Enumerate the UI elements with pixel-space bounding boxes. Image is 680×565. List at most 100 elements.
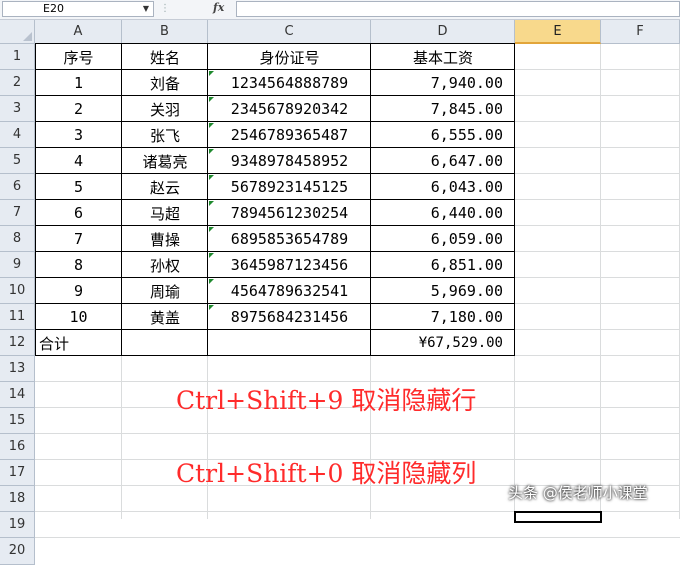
formula-bar-splitter-icon[interactable]: ⋮	[160, 3, 170, 16]
header-id-number[interactable]: 身份证号	[208, 44, 371, 70]
row-header-6[interactable]: 6	[0, 174, 35, 200]
cell-name[interactable]: 黄盖	[122, 304, 208, 330]
cell-salary[interactable]: 6,851.00	[371, 252, 515, 278]
table-border	[35, 251, 515, 252]
cell-id-number[interactable]: 2546789365487	[208, 122, 371, 148]
cell-serial[interactable]: 10	[35, 304, 122, 330]
number-stored-as-text-indicator-icon[interactable]	[209, 175, 214, 180]
cell-id-number[interactable]: 2345678920342	[208, 96, 371, 122]
active-cell-e20[interactable]	[514, 511, 602, 523]
cell-salary[interactable]: 6,555.00	[371, 122, 515, 148]
cell-salary[interactable]: 7,180.00	[371, 304, 515, 330]
name-box[interactable]: E20 ▼	[2, 1, 154, 17]
cell-id-number[interactable]: 4564789632541	[208, 278, 371, 304]
cell-id-number[interactable]: 5678923145125	[208, 174, 371, 200]
row-header-4[interactable]: 4	[0, 122, 35, 148]
cell-name[interactable]: 曹操	[122, 226, 208, 252]
row-header-13[interactable]: 13	[0, 356, 35, 382]
cell-id-number[interactable]: 3645987123456	[208, 252, 371, 278]
row-header-7[interactable]: 7	[0, 200, 35, 226]
row-header-9[interactable]: 9	[0, 252, 35, 278]
column-header-d[interactable]: D	[371, 20, 515, 44]
column-header-c[interactable]: C	[208, 20, 371, 44]
table-border	[370, 43, 371, 355]
table-border	[35, 277, 515, 278]
cell-id-number[interactable]: 1234564888789	[208, 70, 371, 96]
table-border	[121, 43, 122, 355]
cell-salary[interactable]: 7,940.00	[371, 70, 515, 96]
number-stored-as-text-indicator-icon[interactable]	[209, 305, 214, 310]
table-border	[35, 95, 515, 96]
cell-id-number[interactable]: 6895853654789	[208, 226, 371, 252]
row-header-15[interactable]: 15	[0, 408, 35, 434]
table-border	[35, 225, 515, 226]
row-header-3[interactable]: 3	[0, 96, 35, 122]
select-all-button[interactable]	[0, 20, 35, 44]
cell-id-number[interactable]: 7894561230254	[208, 200, 371, 226]
name-box-dropdown-icon[interactable]: ▼	[143, 2, 149, 16]
cell-name[interactable]: 孙权	[122, 252, 208, 278]
insert-function-icon[interactable]: fx	[213, 1, 224, 14]
cell-serial[interactable]: 5	[35, 174, 122, 200]
cell-name[interactable]: 周瑜	[122, 278, 208, 304]
cell-name[interactable]: 张飞	[122, 122, 208, 148]
header-serial[interactable]: 序号	[35, 44, 122, 70]
column-header-e[interactable]: E	[515, 20, 601, 44]
row-header-20[interactable]: 20	[0, 538, 35, 565]
cell-serial[interactable]: 8	[35, 252, 122, 278]
cell-serial[interactable]: 6	[35, 200, 122, 226]
number-stored-as-text-indicator-icon[interactable]	[209, 97, 214, 102]
row-header-17[interactable]: 17	[0, 460, 35, 486]
cell-id-number[interactable]: 8975684231456	[208, 304, 371, 330]
row-header-19[interactable]: 19	[0, 512, 35, 538]
cell-serial[interactable]: 2	[35, 96, 122, 122]
number-stored-as-text-indicator-icon[interactable]	[209, 279, 214, 284]
cell-name[interactable]: 马超	[122, 200, 208, 226]
number-stored-as-text-indicator-icon[interactable]	[209, 149, 214, 154]
row-header-5[interactable]: 5	[0, 148, 35, 174]
cell-serial[interactable]: 7	[35, 226, 122, 252]
row-header-8[interactable]: 8	[0, 226, 35, 252]
column-header-b[interactable]: B	[122, 20, 208, 44]
header-base-salary[interactable]: 基本工资	[371, 44, 515, 70]
row-header-10[interactable]: 10	[0, 278, 35, 304]
table-border	[35, 121, 515, 122]
number-stored-as-text-indicator-icon[interactable]	[209, 201, 214, 206]
cell-salary[interactable]: 6,059.00	[371, 226, 515, 252]
cell-salary[interactable]: 6,043.00	[371, 174, 515, 200]
number-stored-as-text-indicator-icon[interactable]	[209, 123, 214, 128]
cell-name[interactable]: 诸葛亮	[122, 148, 208, 174]
number-stored-as-text-indicator-icon[interactable]	[209, 253, 214, 258]
watermark: 头条 @侯老师小课堂	[508, 484, 648, 502]
row-header-14[interactable]: 14	[0, 382, 35, 408]
formula-input[interactable]	[236, 1, 680, 17]
header-name[interactable]: 姓名	[122, 44, 208, 70]
cell-name[interactable]: 赵云	[122, 174, 208, 200]
table-border	[35, 355, 515, 356]
cell-serial[interactable]: 3	[35, 122, 122, 148]
formula-bar: E20 ▼ ⋮ fx	[0, 0, 680, 20]
cell-salary[interactable]: 7,845.00	[371, 96, 515, 122]
row-header-11[interactable]: 11	[0, 304, 35, 330]
total-label[interactable]: 合计	[35, 330, 122, 356]
cell-serial[interactable]: 9	[35, 278, 122, 304]
row-header-16[interactable]: 16	[0, 434, 35, 460]
row-header-18[interactable]: 18	[0, 486, 35, 512]
number-stored-as-text-indicator-icon[interactable]	[209, 227, 214, 232]
cell-salary[interactable]: 5,969.00	[371, 278, 515, 304]
cell-salary[interactable]: 6,647.00	[371, 148, 515, 174]
annotation-unhide-columns: Ctrl+Shift+0 取消隐藏列	[176, 459, 477, 488]
row-header-2[interactable]: 2	[0, 70, 35, 96]
cell-salary[interactable]: 6,440.00	[371, 200, 515, 226]
cell-id-number[interactable]: 9348978458952	[208, 148, 371, 174]
cell-name[interactable]: 关羽	[122, 96, 208, 122]
row-header-1[interactable]: 1	[0, 44, 35, 70]
total-value[interactable]: ¥67,529.00	[371, 330, 515, 356]
cell-serial[interactable]: 4	[35, 148, 122, 174]
column-header-a[interactable]: A	[35, 20, 122, 44]
row-header-12[interactable]: 12	[0, 330, 35, 356]
column-header-f[interactable]: F	[601, 20, 680, 44]
number-stored-as-text-indicator-icon[interactable]	[209, 71, 214, 76]
cell-name[interactable]: 刘备	[122, 70, 208, 96]
cell-serial[interactable]: 1	[35, 70, 122, 96]
